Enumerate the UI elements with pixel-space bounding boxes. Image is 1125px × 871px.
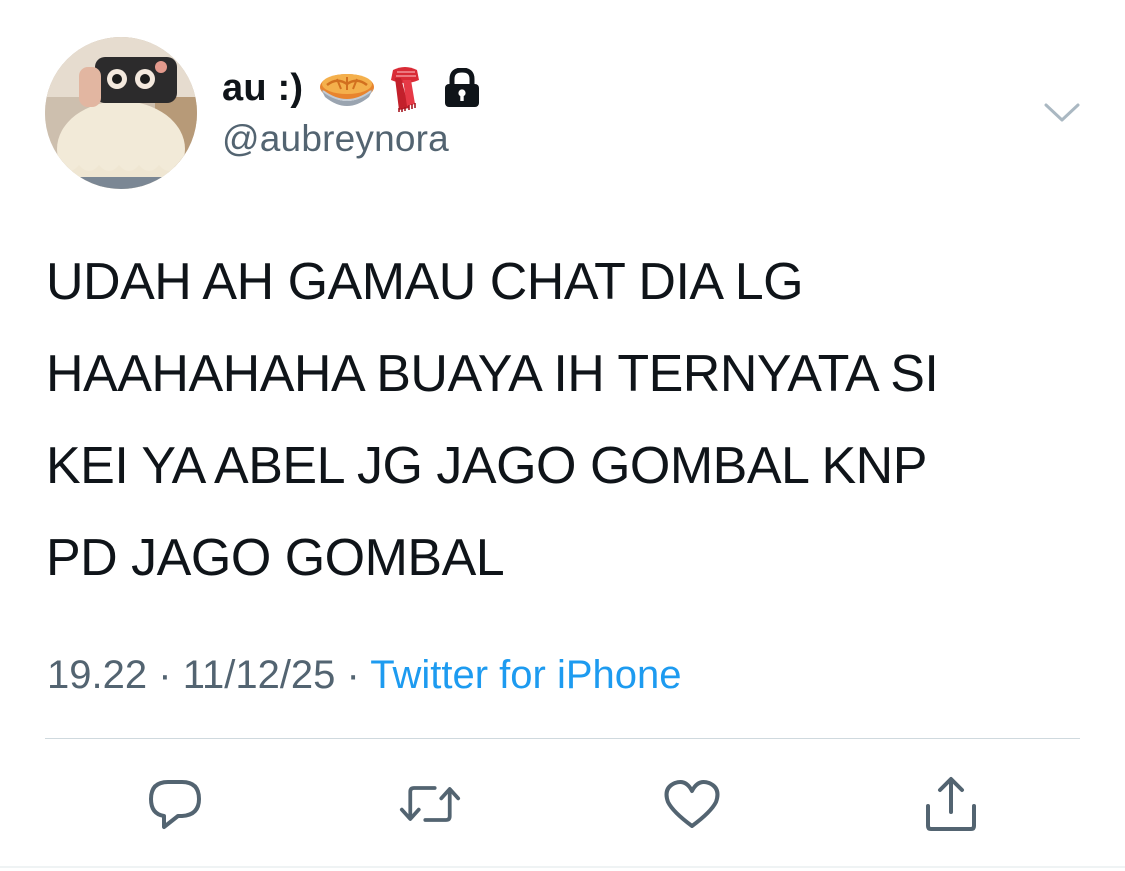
user-handle[interactable]: @aubreynora [222, 118, 449, 160]
chevron-down-icon[interactable] [1043, 99, 1081, 127]
share-button[interactable] [920, 776, 982, 832]
tweet-date: 11/12/25 [182, 653, 336, 697]
tweet-time: 19.22 [47, 653, 148, 697]
reply-icon [149, 780, 201, 829]
retweet-button[interactable] [399, 776, 461, 832]
meta-separator: · [158, 653, 172, 697]
like-button[interactable] [661, 776, 723, 832]
tweet-text: UDAH AH GAMAU CHAT DIA LG HAAHAHAHA BUAY… [46, 253, 939, 587]
tweet-meta: 19.22 · 11/12/25 · Twitter for iPhone [47, 653, 682, 698]
avatar[interactable] [45, 37, 197, 189]
meta-separator: · [346, 653, 360, 697]
reply-button[interactable] [144, 776, 206, 832]
display-name[interactable]: au :) [222, 67, 303, 110]
pie-emoji [319, 65, 375, 111]
divider [45, 738, 1080, 739]
bottom-border [0, 866, 1125, 868]
scarf-emoji [385, 64, 425, 112]
share-icon [926, 777, 976, 831]
lock-icon [443, 68, 481, 108]
author-name-row: au :) [222, 64, 481, 112]
tweet-source-link[interactable]: Twitter for iPhone [370, 653, 681, 697]
heart-icon [664, 780, 720, 828]
avatar-image [45, 37, 197, 189]
retweet-icon [399, 786, 461, 822]
